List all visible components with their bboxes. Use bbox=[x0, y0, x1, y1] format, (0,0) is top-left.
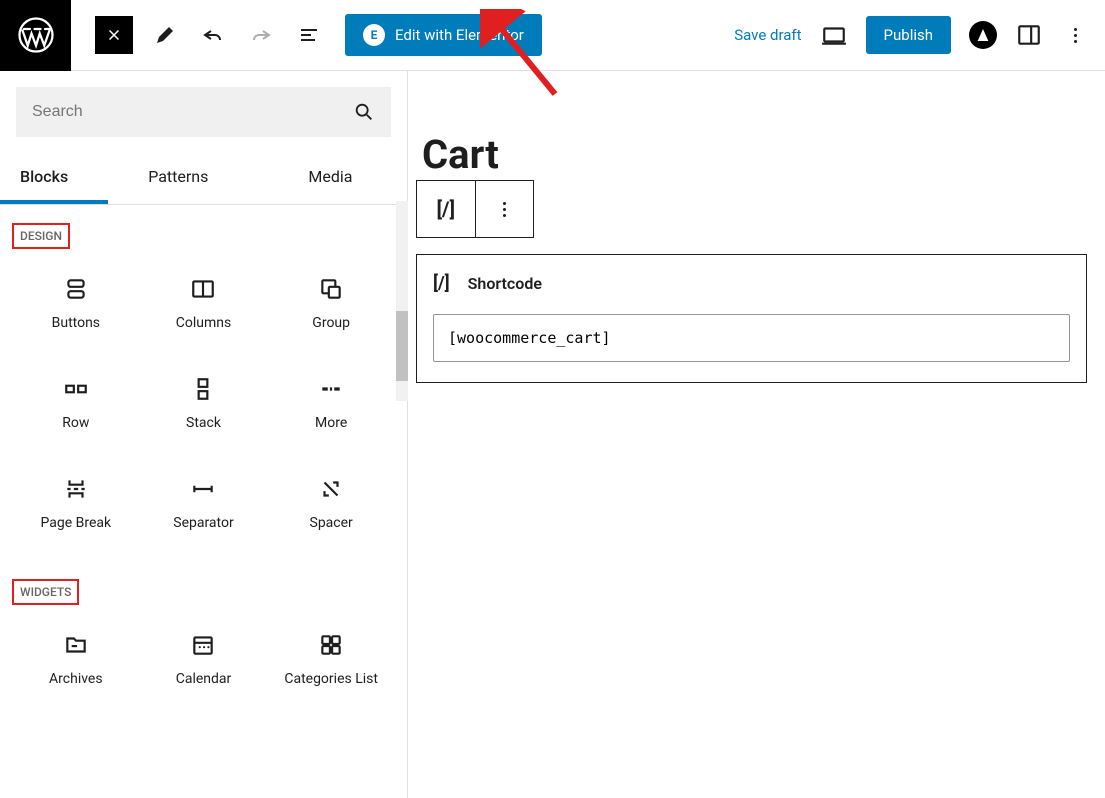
search-box bbox=[16, 87, 391, 137]
search-input[interactable] bbox=[32, 103, 353, 121]
elementor-icon: E bbox=[363, 24, 385, 46]
shortcode-input[interactable] bbox=[433, 314, 1070, 362]
redo-button[interactable] bbox=[237, 11, 285, 59]
block-archives[interactable]: Archives bbox=[12, 623, 140, 695]
inserter-tabs: Blocks Patterns Media bbox=[0, 153, 407, 205]
block-inserter-panel: Blocks Patterns Media DESIGN Buttons Col… bbox=[0, 71, 408, 798]
block-group[interactable]: Group bbox=[267, 267, 395, 339]
editor-canvas: Cart [/] [/] Shortcode bbox=[408, 71, 1105, 798]
undo-button[interactable] bbox=[189, 11, 237, 59]
elementor-label: Edit with Elementor bbox=[395, 26, 524, 44]
preview-button[interactable] bbox=[820, 21, 848, 49]
document-overview-button[interactable] bbox=[285, 11, 333, 59]
block-label: Separator bbox=[173, 515, 233, 531]
scrollbar[interactable] bbox=[396, 201, 408, 401]
calendar-icon bbox=[189, 631, 217, 659]
columns-icon bbox=[189, 275, 217, 303]
block-separator[interactable]: Separator bbox=[140, 467, 268, 539]
block-calendar[interactable]: Calendar bbox=[140, 623, 268, 695]
shortcode-label: Shortcode bbox=[468, 274, 542, 293]
topbar-right: Save draft Publish bbox=[734, 16, 1105, 54]
block-label: Columns bbox=[176, 315, 231, 331]
block-label: Calendar bbox=[176, 671, 232, 687]
more-icon bbox=[317, 375, 345, 403]
block-more[interactable]: More bbox=[267, 367, 395, 439]
block-label: More bbox=[315, 415, 347, 431]
block-categories-list[interactable]: Categories List bbox=[267, 623, 395, 695]
settings-sidebar-button[interactable] bbox=[1015, 21, 1043, 49]
block-columns[interactable]: Columns bbox=[140, 267, 268, 339]
separator-icon bbox=[189, 475, 217, 503]
shortcode-block[interactable]: [/] Shortcode bbox=[416, 254, 1087, 383]
categories-icon bbox=[317, 631, 345, 659]
section-widgets-label: WIDGETS bbox=[12, 579, 79, 605]
block-label: Archives bbox=[49, 671, 103, 687]
block-more-button[interactable] bbox=[475, 181, 534, 237]
edit-with-elementor-button[interactable]: E Edit with Elementor bbox=[345, 14, 542, 56]
group-icon bbox=[317, 275, 345, 303]
archives-icon bbox=[62, 631, 90, 659]
search-icon bbox=[353, 101, 375, 123]
topbar-left: E Edit with Elementor bbox=[71, 11, 542, 59]
publish-button[interactable]: Publish bbox=[866, 16, 951, 54]
block-label: Buttons bbox=[52, 315, 100, 331]
block-label: Spacer bbox=[310, 515, 353, 531]
tab-blocks[interactable]: Blocks bbox=[0, 153, 108, 204]
wordpress-logo[interactable] bbox=[0, 0, 71, 71]
more-options-button[interactable] bbox=[1061, 21, 1089, 49]
tools-button[interactable] bbox=[141, 11, 189, 59]
row-icon bbox=[62, 375, 90, 403]
block-label: Stack bbox=[186, 415, 221, 431]
section-design-label: DESIGN bbox=[12, 223, 70, 249]
block-page-break[interactable]: Page Break bbox=[12, 467, 140, 539]
block-label: Categories List bbox=[284, 671, 378, 687]
block-label: Row bbox=[62, 415, 89, 431]
stack-icon bbox=[189, 375, 217, 403]
page-title[interactable]: Cart bbox=[422, 131, 1087, 178]
page-break-icon bbox=[62, 475, 90, 503]
block-toolbar: [/] bbox=[416, 180, 534, 238]
block-row[interactable]: Row bbox=[12, 367, 140, 439]
main: Blocks Patterns Media DESIGN Buttons Col… bbox=[0, 71, 1105, 798]
tab-media[interactable]: Media bbox=[248, 153, 352, 204]
block-buttons[interactable]: Buttons bbox=[12, 267, 140, 339]
block-type-button[interactable]: [/] bbox=[417, 181, 475, 237]
close-inserter-button[interactable] bbox=[95, 16, 133, 54]
save-draft-link[interactable]: Save draft bbox=[734, 26, 801, 44]
block-stack[interactable]: Stack bbox=[140, 367, 268, 439]
block-label: Group bbox=[312, 315, 350, 331]
top-toolbar: E Edit with Elementor Save draft Publish bbox=[0, 0, 1105, 71]
buttons-icon bbox=[62, 275, 90, 303]
shortcode-icon: [/] bbox=[433, 273, 450, 294]
tab-patterns[interactable]: Patterns bbox=[108, 153, 248, 204]
block-label: Page Break bbox=[41, 515, 112, 531]
block-spacer[interactable]: Spacer bbox=[267, 467, 395, 539]
blocks-panel: DESIGN Buttons Columns Group Row bbox=[0, 205, 407, 798]
astra-icon[interactable] bbox=[969, 21, 997, 49]
spacer-icon bbox=[317, 475, 345, 503]
